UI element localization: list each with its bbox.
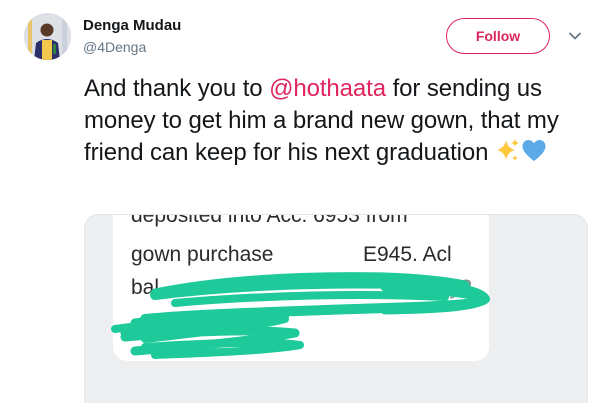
media-image[interactable]: deposited into Acc. 6953 from gown purch… (84, 214, 588, 403)
display-name[interactable]: Denga Mudau (83, 17, 181, 34)
avatar-image (24, 13, 71, 60)
redaction-scribble (111, 272, 490, 359)
follow-button[interactable]: Follow (446, 18, 550, 54)
tweet-text-part: And thank you to (84, 75, 270, 102)
blue-heart-icon (521, 138, 547, 173)
chevron-down-icon[interactable] (567, 28, 583, 44)
mention-link[interactable]: @hothaata (269, 75, 386, 102)
avatar[interactable] (24, 13, 71, 60)
sparkles-icon (495, 138, 521, 173)
handle[interactable]: @4Denga (83, 39, 146, 55)
tweet-text: And thank you to @hothaata for sending u… (84, 73, 594, 173)
tweet: Denga Mudau @4Denga Follow And thank you… (0, 0, 612, 403)
